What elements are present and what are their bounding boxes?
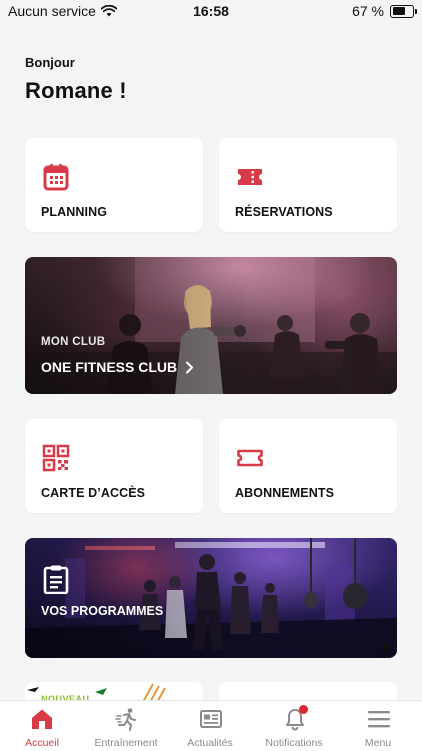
reservations-label: RÉSERVATIONS [235,205,333,219]
planning-tile[interactable]: PLANNING [25,138,203,232]
tab-menu-label: Menu [364,737,392,749]
tab-training[interactable]: Entraînement [84,701,168,751]
news-icon [200,710,222,728]
club-name-link[interactable]: ONE FITNESS CLUB [41,359,194,375]
greeting-text: Bonjour [25,55,75,70]
my-club-subtitle: MON CLUB [41,336,106,348]
status-bar: Aucun service 16:58 67 % [0,0,422,24]
hamburger-icon [368,711,390,728]
battery-fill [392,7,406,15]
programmes-label: VOS PROGRAMMES [41,604,164,618]
notification-dot [299,705,308,714]
tab-menu[interactable]: Menu [336,701,420,751]
user-name-title: Romane ! [25,78,127,103]
clipboard-icon [43,565,69,594]
tab-notifications-label: Notifications [265,737,323,749]
qr-code-icon [42,444,70,472]
tab-training-label: Entraînement [94,737,158,749]
battery-icon [390,4,417,18]
tab-home[interactable]: Accueil [0,701,84,751]
subscriptions-tile[interactable]: ABONNEMENTS [219,419,397,513]
tab-notifications[interactable]: Notifications [252,701,336,751]
chevron-right-icon [186,361,194,373]
programmes-card[interactable]: VOS PROGRAMMES [25,538,397,658]
ticket-icon [238,169,262,185]
tab-news[interactable]: Actualités [168,701,252,751]
access-card-label: CARTE D’ACCÈS [41,486,146,500]
programmes-photo-overlay [25,538,397,658]
ticket-outline-icon [237,449,263,467]
calendar-icon [43,164,69,191]
tab-home-label: Accueil [25,737,59,749]
tab-bar: Accueil Entraînement Actualités Notifica… [0,700,422,751]
access-card-tile[interactable]: CARTE D’ACCÈS [25,419,203,513]
battery-percent: 67 % [352,3,384,19]
tab-news-label: Actualités [187,737,233,749]
running-icon [115,708,136,731]
home-icon [32,709,52,729]
my-club-card[interactable]: MON CLUB ONE FITNESS CLUB [25,257,397,394]
planning-label: PLANNING [41,205,108,219]
club-name: ONE FITNESS CLUB [41,359,178,375]
status-right: 67 % [352,3,417,19]
subscriptions-label: ABONNEMENTS [235,486,335,500]
reservations-tile[interactable]: RÉSERVATIONS [219,138,397,232]
